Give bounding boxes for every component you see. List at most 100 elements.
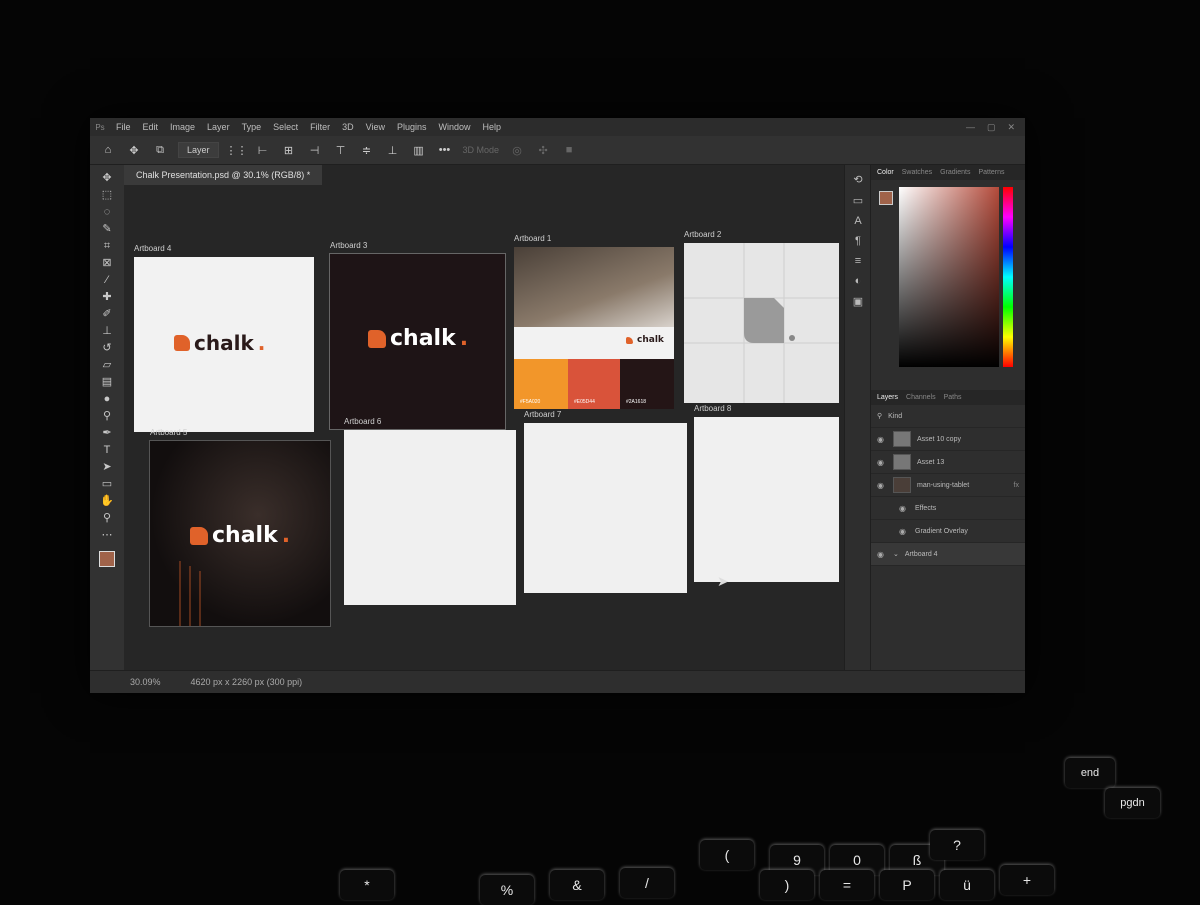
hand-icon[interactable]: ✋ xyxy=(98,494,116,508)
visibility-eye-icon[interactable]: ◉ xyxy=(877,481,887,490)
distribute-icon[interactable]: ▥ xyxy=(411,142,427,158)
menu-help[interactable]: Help xyxy=(477,122,508,132)
effect-item-row[interactable]: ◉ Gradient Overlay xyxy=(871,520,1025,543)
logo-text: chalk xyxy=(637,335,664,345)
lasso-icon[interactable]: ◌ xyxy=(98,205,116,219)
menu-select[interactable]: Select xyxy=(267,122,304,132)
home-icon[interactable]: ⌂ xyxy=(100,142,116,158)
visibility-eye-icon[interactable]: ◉ xyxy=(877,550,887,559)
menu-edit[interactable]: Edit xyxy=(137,122,165,132)
align-right-icon[interactable]: ⊣ xyxy=(307,142,323,158)
quick-select-icon[interactable]: ✎ xyxy=(98,222,116,236)
character-icon[interactable]: A xyxy=(854,215,861,227)
menu-window[interactable]: Window xyxy=(433,122,477,132)
filter-kind-select[interactable]: Kind xyxy=(888,413,902,420)
artboard-8[interactable]: Artboard 8 xyxy=(694,404,839,582)
tab-swatches[interactable]: Swatches xyxy=(902,169,932,176)
artboard-layer-row[interactable]: ◉ ⌄ Artboard 4 xyxy=(871,543,1025,566)
video-icon[interactable]: ■ xyxy=(561,142,577,158)
gradient-icon[interactable]: ▤ xyxy=(98,375,116,389)
artboard-3[interactable]: Artboard 3 chalk. xyxy=(329,241,506,430)
tab-layers[interactable]: Layers xyxy=(877,394,898,401)
more-tools-icon[interactable]: ⋯ xyxy=(98,528,116,542)
tab-channels[interactable]: Channels xyxy=(906,394,936,401)
artboard-7[interactable]: Artboard 7 xyxy=(524,410,687,593)
menu-plugins[interactable]: Plugins xyxy=(391,122,433,132)
visibility-eye-icon[interactable]: ◉ xyxy=(877,435,887,444)
hue-slider[interactable] xyxy=(1003,187,1013,367)
chevron-down-icon[interactable]: ⌄ xyxy=(893,550,899,558)
dodge-icon[interactable]: ⚲ xyxy=(98,409,116,423)
move-icon[interactable]: ✥ xyxy=(98,171,116,185)
comments-icon[interactable]: ▭ xyxy=(853,194,863,207)
tab-paths[interactable]: Paths xyxy=(944,394,962,401)
foreground-swatch[interactable] xyxy=(879,191,893,205)
align-top-icon[interactable]: ⊤ xyxy=(333,142,349,158)
layer-select[interactable]: Layer xyxy=(178,142,219,158)
effects-row[interactable]: ◉ Effects xyxy=(871,497,1025,520)
healing-icon[interactable]: ✚ xyxy=(98,290,116,304)
eraser-icon[interactable]: ▱ xyxy=(98,358,116,372)
visibility-eye-icon[interactable]: ◉ xyxy=(899,504,909,513)
history-icon[interactable]: ⟲ xyxy=(853,173,862,186)
pen-icon[interactable]: ✒ xyxy=(98,426,116,440)
layer-filter-row: ⚲ Kind xyxy=(871,405,1025,428)
stamp-icon[interactable]: ⊥ xyxy=(98,324,116,338)
marquee-icon[interactable]: ⬚ xyxy=(98,188,116,202)
menu-3d[interactable]: 3D xyxy=(336,122,360,132)
more-options-icon[interactable]: ••• xyxy=(437,142,453,158)
artboard-body: chalk #F5A020 #E05D44 #2A1618 xyxy=(514,247,674,409)
minimize-icon[interactable]: — xyxy=(966,122,975,133)
layer-row[interactable]: ◉ Asset 13 xyxy=(871,451,1025,474)
pan-3d-icon[interactable]: ✣ xyxy=(535,142,551,158)
foreground-color-swatch[interactable] xyxy=(99,551,115,567)
visibility-eye-icon[interactable]: ◉ xyxy=(877,458,887,467)
canvas-area[interactable]: Artboard 4 chalk. Artboard 3 chalk. Artb… xyxy=(124,185,844,671)
tab-gradients[interactable]: Gradients xyxy=(940,169,970,176)
artboard-2[interactable]: Artboard 2 xyxy=(684,230,839,403)
tab-color[interactable]: Color xyxy=(877,169,894,176)
menu-layer[interactable]: Layer xyxy=(201,122,236,132)
zoom-icon[interactable]: ⚲ xyxy=(98,511,116,525)
properties-icon[interactable]: ◐ xyxy=(855,275,862,287)
frame-icon[interactable]: ⊠ xyxy=(98,256,116,270)
layer-row[interactable]: ◉ man-using-tablet fx xyxy=(871,474,1025,497)
close-icon[interactable]: ✕ xyxy=(1007,122,1015,133)
paragraph-icon[interactable]: ¶ xyxy=(855,235,861,247)
document-tab[interactable]: Chalk Presentation.psd @ 30.1% (RGB/8) * xyxy=(124,165,323,185)
move-tool-icon[interactable]: ✥ xyxy=(126,142,142,158)
libraries-icon[interactable]: ▣ xyxy=(853,295,863,308)
menu-image[interactable]: Image xyxy=(164,122,201,132)
menu-filter[interactable]: Filter xyxy=(304,122,336,132)
artboard-1[interactable]: Artboard 1 chalk #F5A020 #E05D44 #2A1618 xyxy=(514,234,674,409)
auto-select-icon[interactable]: ⧉ xyxy=(152,142,168,158)
zoom-level[interactable]: 30.09% xyxy=(130,677,161,687)
transform-controls-icon[interactable]: ⋮⋮ xyxy=(226,142,248,158)
maximize-icon[interactable]: ▢ xyxy=(987,122,996,133)
align-bottom-icon[interactable]: ⊥ xyxy=(385,142,401,158)
layer-row[interactable]: ◉ Asset 10 copy xyxy=(871,428,1025,451)
artboard-5[interactable]: Artboard 5 chalk. xyxy=(149,428,331,627)
crop-icon[interactable]: ⌗ xyxy=(98,239,116,253)
tab-patterns[interactable]: Patterns xyxy=(978,169,1004,176)
artboard-6[interactable]: Artboard 6 xyxy=(344,417,516,605)
history-brush-icon[interactable]: ↺ xyxy=(98,341,116,355)
rectangle-icon[interactable]: ▭ xyxy=(98,477,116,491)
align-middle-icon[interactable]: ≑ xyxy=(359,142,375,158)
menu-type[interactable]: Type xyxy=(236,122,268,132)
adjustments-icon[interactable]: ≡ xyxy=(855,255,861,267)
color-swatch-dark: #2A1618 xyxy=(620,359,674,409)
brush-icon[interactable]: ✐ xyxy=(98,307,116,321)
type-icon[interactable]: T xyxy=(98,443,116,457)
eyedropper-icon[interactable]: ⁄ xyxy=(98,273,116,287)
menu-file[interactable]: File xyxy=(110,122,137,132)
align-left-icon[interactable]: ⊢ xyxy=(255,142,271,158)
orbit-icon[interactable]: ◎ xyxy=(509,142,525,158)
align-center-icon[interactable]: ⊞ xyxy=(281,142,297,158)
artboard-4[interactable]: Artboard 4 chalk. xyxy=(134,244,314,432)
color-picker-field[interactable] xyxy=(899,187,999,367)
path-select-icon[interactable]: ➤ xyxy=(98,460,116,474)
blur-icon[interactable]: ● xyxy=(98,392,116,406)
visibility-eye-icon[interactable]: ◉ xyxy=(899,527,909,536)
menu-view[interactable]: View xyxy=(360,122,391,132)
